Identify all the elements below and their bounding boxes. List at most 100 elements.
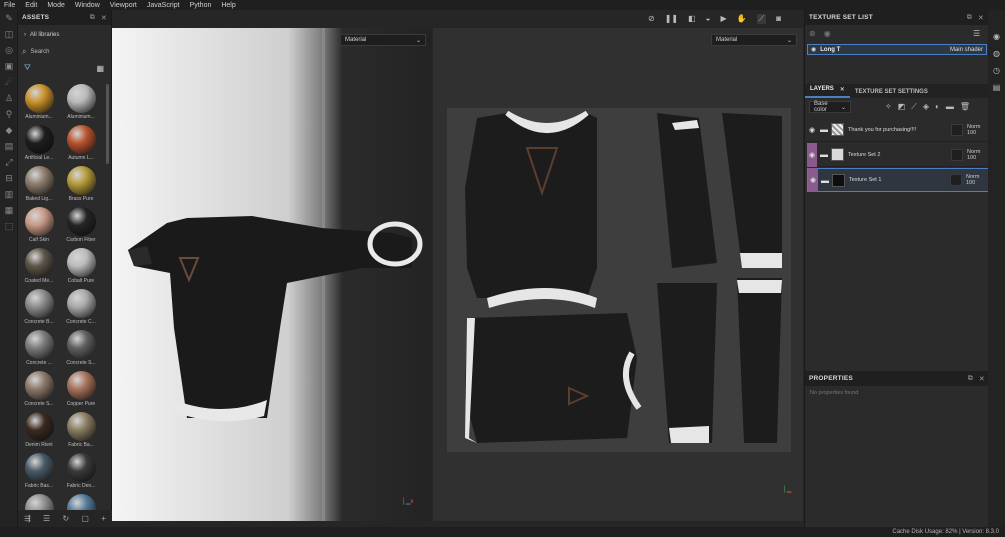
material-item[interactable]: Aluminium...	[20, 84, 58, 121]
material-item[interactable]: Cobalt Pure	[62, 248, 100, 285]
layer-row[interactable]: ◉ ▬ Thank you for purchasing!!!! Norm 100	[807, 118, 989, 142]
display-settings-icon[interactable]: ◉	[993, 32, 1000, 41]
polygon-fill-icon[interactable]: ◆	[0, 122, 18, 138]
camera-off-icon[interactable]: ⊘	[648, 14, 655, 24]
transform-icon[interactable]: ⤢	[0, 154, 18, 170]
tab-layers[interactable]: LAYERS ✕	[805, 83, 850, 98]
menu-window[interactable]: Window	[75, 2, 100, 9]
export-icon[interactable]: ▥	[0, 186, 18, 202]
layer-opacity[interactable]: 100	[966, 180, 988, 186]
sphere-icon[interactable]: ◒	[706, 14, 711, 24]
folder-icon[interactable]: ▢	[81, 514, 89, 523]
view-mode-icon[interactable]: ◧	[688, 14, 696, 24]
all-libraries-row[interactable]: › All libraries	[24, 32, 59, 38]
viewport-3d[interactable]: Material ⌄ │▁x	[112, 28, 432, 521]
layer-row[interactable]: ◉ ▬ Texture Set 1 Norm 100	[807, 168, 989, 192]
brush-mode-icon[interactable]: ⟋	[756, 14, 767, 24]
material-item[interactable]: Concrete ...	[20, 330, 58, 367]
texture-set-shader[interactable]: Main shader	[950, 47, 983, 53]
smudge-icon[interactable]: ☄	[0, 74, 18, 90]
eye-icon[interactable]: ◉	[809, 126, 815, 134]
paint-layer-icon[interactable]: ⟋	[911, 102, 917, 112]
material-item[interactable]: Calf Skin	[20, 207, 58, 244]
layer-opacity[interactable]: 100	[967, 155, 989, 161]
menu-javascript[interactable]: JavaScript	[147, 2, 180, 9]
material-item[interactable]: Artificial Le...	[20, 125, 58, 162]
eye-icon[interactable]: ◉	[809, 151, 815, 159]
projection-icon[interactable]: ◎	[0, 42, 18, 58]
shelf-icon[interactable]: ▦	[0, 202, 18, 218]
eraser-icon[interactable]: ◫	[0, 26, 18, 42]
menu-python[interactable]: Python	[190, 2, 212, 9]
material-item[interactable]: Concrete B...	[20, 289, 58, 326]
shader-settings-icon[interactable]: ◍	[993, 49, 1000, 58]
video-camera-icon[interactable]: ▶	[721, 14, 727, 24]
layer-opacity[interactable]: 100	[967, 130, 989, 136]
material-item[interactable]: Autumn L...	[62, 125, 100, 162]
material-item[interactable]: Fabric Bas...	[20, 453, 58, 490]
refresh-icon[interactable]: ↻	[62, 514, 69, 523]
clone-icon[interactable]: ♙	[0, 90, 18, 106]
material-item[interactable]: Fabric Den...	[62, 453, 100, 490]
material-item[interactable]: Aluminium...	[62, 84, 100, 121]
unlink-icon[interactable]: ⊗	[809, 29, 816, 38]
close-icon[interactable]: ✕	[979, 375, 985, 383]
paint-brush-icon[interactable]: ✎	[0, 10, 18, 26]
menu-viewport[interactable]: Viewport	[110, 2, 137, 9]
picker-icon[interactable]: ⚲	[0, 106, 18, 122]
float-icon[interactable]: ⧉	[967, 14, 972, 22]
pause-icon[interactable]: ❚❚	[665, 14, 678, 24]
import-icon[interactable]: ⇶	[24, 514, 31, 523]
close-icon[interactable]: ✕	[840, 86, 845, 93]
menu-file[interactable]: File	[4, 2, 15, 9]
channel-dropdown[interactable]: Base color ⌄	[809, 101, 851, 113]
close-icon[interactable]: ✕	[101, 14, 107, 22]
material-item[interactable]: Brass Pure	[62, 166, 100, 203]
menu-edit[interactable]: Edit	[25, 2, 37, 9]
measure-icon[interactable]: ⊟	[0, 170, 18, 186]
geometry-mask-icon[interactable]: ▣	[0, 58, 18, 74]
texture-set-item[interactable]: ◉ Long T Main shader	[807, 44, 987, 55]
close-icon[interactable]: ✕	[978, 14, 984, 22]
viewport-2d[interactable]: Material ⌄ │▁	[433, 28, 803, 521]
material-item[interactable]: Fabric Ba...	[62, 412, 100, 449]
list-icon[interactable]: ☰	[43, 514, 50, 523]
add-folder-icon[interactable]: ▬	[946, 102, 954, 112]
menu-icon[interactable]: ☰	[973, 29, 980, 38]
hand-icon[interactable]: ✋	[737, 14, 747, 24]
eye-icon[interactable]: ◉	[811, 46, 816, 53]
bake-icon[interactable]: ▤	[0, 138, 18, 154]
log-icon[interactable]: ▤	[993, 83, 1001, 92]
material-item[interactable]: Carbon Fiber	[62, 207, 100, 244]
viewport-2d-dropdown[interactable]: Material ⌄	[711, 34, 797, 46]
material-item[interactable]: Concrete C...	[62, 289, 100, 326]
grid-view-icon[interactable]: ▦	[96, 64, 104, 73]
effects-icon[interactable]: ✧	[885, 102, 892, 112]
add-icon[interactable]: +	[101, 514, 106, 523]
visibility-icon[interactable]: ◉	[824, 29, 831, 38]
search-input[interactable]: Search	[30, 49, 49, 55]
box-icon[interactable]: ⬚	[0, 218, 18, 234]
fill-layer-icon[interactable]: ◈	[923, 102, 929, 112]
layer-row[interactable]: ◉ ▬ Texture Set 2 Norm 100	[807, 142, 989, 167]
material-item[interactable]: Baked Lig...	[20, 166, 58, 203]
filter-icon[interactable]: ⛛	[24, 63, 31, 73]
material-item[interactable]: Concrete S...	[62, 330, 100, 367]
float-icon[interactable]: ⧉	[968, 375, 973, 383]
tab-texture-set-settings[interactable]: TEXTURE SET SETTINGS	[850, 86, 933, 98]
screenshot-icon[interactable]: ◙	[776, 14, 781, 24]
assets-scrollbar[interactable]	[106, 84, 109, 164]
material-item[interactable]: Denim Rivet	[20, 412, 58, 449]
delete-icon[interactable]: 🗑	[960, 102, 970, 112]
material-item[interactable]: Concrete S...	[20, 371, 58, 408]
mask-icon[interactable]: ◩	[898, 102, 906, 112]
material-item[interactable]: Copper Pure	[62, 371, 100, 408]
material-item[interactable]: Coated Me...	[20, 248, 58, 285]
viewport-3d-dropdown[interactable]: Material ⌄	[340, 34, 426, 46]
search-box[interactable]: ⌕ Search	[22, 46, 108, 58]
eye-icon[interactable]: ◉	[810, 176, 816, 184]
float-icon[interactable]: ⧉	[90, 14, 95, 22]
smart-material-icon[interactable]: ◐	[935, 102, 940, 112]
history-icon[interactable]: ◷	[993, 66, 1000, 75]
menu-help[interactable]: Help	[221, 2, 235, 9]
